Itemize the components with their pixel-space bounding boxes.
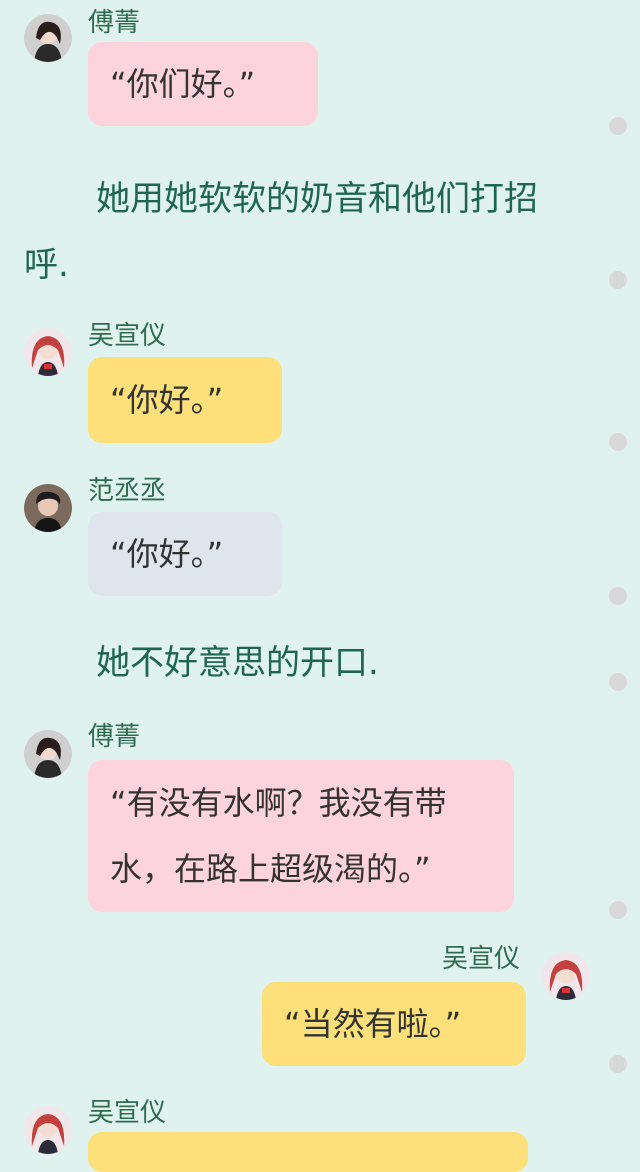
sender-name: 范丞丞 [88, 476, 167, 506]
avatar-wu-xuanyi-icon[interactable] [542, 952, 590, 1000]
sender-name: 吴宣仪 [88, 321, 167, 351]
scroll-dot-icon [609, 271, 627, 289]
scroll-dot-icon [609, 901, 627, 919]
message-bubble[interactable]: “你们好。” [88, 42, 318, 126]
sender-name: 吴宣仪 [88, 1098, 167, 1128]
scroll-dot-icon [609, 673, 627, 691]
narration-line: 呼. [24, 245, 69, 285]
message-bubble[interactable]: “有没有水啊？我没有带 水，在路上超级渴的。” [88, 760, 514, 912]
avatar-wu-xuanyi-icon[interactable] [24, 1106, 72, 1154]
message-text: “你们好。” [110, 65, 256, 103]
scroll-dot-icon [609, 1055, 627, 1073]
avatar-wu-xuanyi-icon[interactable] [24, 328, 72, 376]
narration-line: 她用她软软的奶音和他们打招 [96, 179, 538, 219]
message-bubble[interactable]: “当然有啦。” [262, 982, 526, 1066]
message-text: “当然有啦。” [284, 1005, 462, 1043]
sender-name: 吴宣仪 [442, 944, 521, 974]
sender-name: 傅菁 [88, 8, 141, 38]
avatar-fu-jing-icon[interactable] [24, 730, 72, 778]
avatar-fu-jing-icon[interactable] [24, 14, 72, 62]
message-text-line: “有没有水啊？我没有带 [110, 784, 447, 822]
message-text-line: 水，在路上超级渴的。” [110, 850, 431, 888]
sender-name: 傅菁 [88, 722, 141, 752]
scroll-dot-icon [609, 117, 627, 135]
message-text: “你好。” [110, 381, 224, 419]
message-text: “你好。” [110, 535, 224, 573]
scroll-dot-icon [609, 587, 627, 605]
scroll-dot-icon [609, 433, 627, 451]
avatar-fan-chengcheng-icon[interactable] [24, 484, 72, 532]
message-bubble[interactable] [88, 1132, 528, 1172]
narration-line: 她不好意思的开口. [96, 643, 379, 683]
message-bubble[interactable]: “你好。” [88, 512, 282, 596]
message-bubble[interactable]: “你好。” [88, 357, 282, 443]
